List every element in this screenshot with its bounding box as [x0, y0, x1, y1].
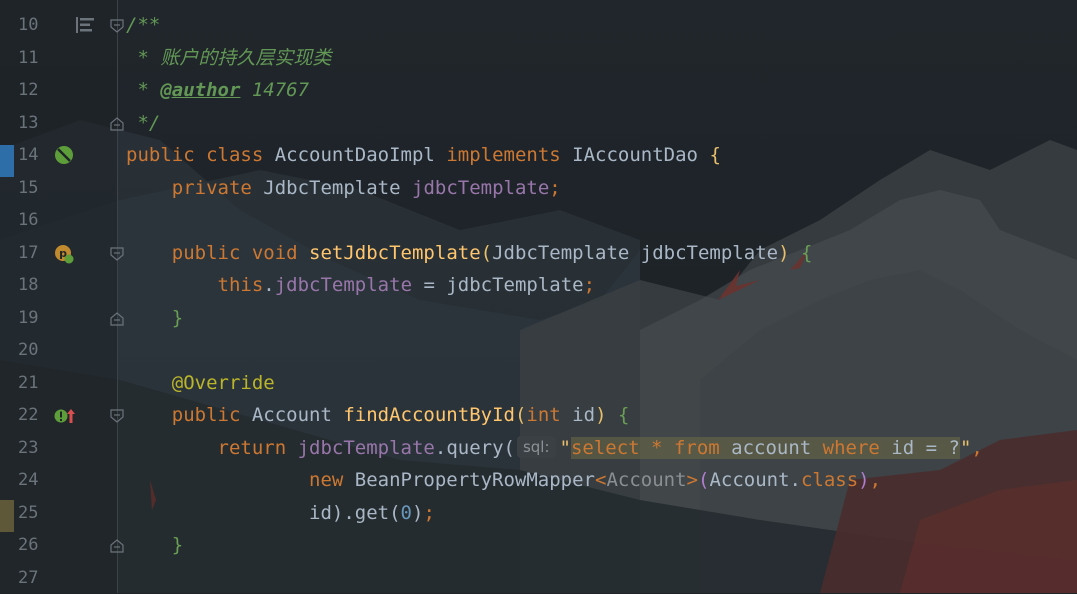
line-number: 19: [18, 302, 48, 335]
line-number: 26: [18, 529, 48, 562]
code-text: */: [126, 107, 160, 140]
code-line[interactable]: 12 * @author 14767: [0, 74, 1077, 107]
code-line[interactable]: 20: [0, 334, 1077, 367]
code-line[interactable]: 27: [0, 562, 1077, 594]
code-text: }: [126, 302, 183, 335]
code-line[interactable]: 10 /**: [0, 9, 1077, 42]
line-number: 14: [18, 139, 48, 172]
code-line[interactable]: 15 private JdbcTemplate jdbcTemplate;: [0, 172, 1077, 205]
code-text: private JdbcTemplate jdbcTemplate;: [126, 172, 561, 205]
fold-end-icon[interactable]: [110, 311, 124, 325]
line-number: 16: [18, 204, 48, 237]
code-text: return jdbcTemplate.query(sql:"select * …: [126, 432, 983, 465]
code-line[interactable]: 18 this.jdbcTemplate = jdbcTemplate;: [0, 269, 1077, 302]
line-number: 10: [18, 9, 48, 42]
line-number: 20: [18, 334, 48, 367]
sql-injection-highlight: select * from account where id = ?: [571, 437, 960, 459]
setter-bean-icon[interactable]: p: [54, 244, 74, 268]
code-line[interactable]: 24 new BeanPropertyRowMapper<Account>(Ac…: [0, 464, 1077, 497]
fold-icon[interactable]: [110, 246, 124, 260]
line-number: 13: [18, 107, 48, 140]
code-text: id).get(0);: [126, 497, 435, 530]
code-line[interactable]: 22 public Account findAccountById(int id…: [0, 399, 1077, 432]
line-number: 15: [18, 172, 48, 205]
structure-icon[interactable]: [76, 17, 96, 37]
code-text: /**: [126, 9, 160, 42]
code-text: @Override: [126, 367, 275, 400]
line-number: 17: [18, 237, 48, 270]
code-text: public void setJdbcTemplate(JdbcTemplate…: [126, 237, 812, 270]
fold-end-icon[interactable]: [110, 538, 124, 552]
code-line[interactable]: 16: [0, 204, 1077, 237]
code-editor[interactable]: 10 /** 11 * 账户的持久层实现类 12 * @author 14767…: [0, 0, 1077, 593]
code-line[interactable]: 19 }: [0, 302, 1077, 335]
code-text: public class AccountDaoImpl implements I…: [126, 139, 721, 172]
code-text: * @author 14767: [126, 74, 309, 107]
fold-end-icon[interactable]: [110, 116, 124, 130]
line-number: 23: [18, 432, 48, 465]
implements-method-icon[interactable]: [54, 407, 76, 429]
code-line[interactable]: 26 }: [0, 529, 1077, 562]
line-number: 22: [18, 399, 48, 432]
code-line[interactable]: 14 public class AccountDaoImpl implement…: [0, 139, 1077, 172]
code-text: new BeanPropertyRowMapper<Account>(Accou…: [126, 464, 881, 497]
code-line[interactable]: 11 * 账户的持久层实现类: [0, 42, 1077, 75]
line-number: 25: [18, 497, 48, 530]
line-number: 12: [18, 74, 48, 107]
code-text: public Account findAccountById(int id) {: [126, 399, 629, 432]
code-text: * 账户的持久层实现类: [126, 42, 331, 75]
line-number: 27: [18, 562, 48, 594]
code-line[interactable]: 17 p public void setJdbcTemplate(JdbcTem…: [0, 237, 1077, 270]
code-text: }: [126, 529, 183, 562]
code-line[interactable]: 25 id).get(0);: [0, 497, 1077, 530]
line-number: 21: [18, 367, 48, 400]
line-number: 11: [18, 42, 48, 75]
code-text: this.jdbcTemplate = jdbcTemplate;: [126, 269, 595, 302]
fold-icon[interactable]: [110, 18, 124, 32]
line-number: 18: [18, 269, 48, 302]
fold-icon[interactable]: [110, 408, 124, 422]
no-bean-icon[interactable]: [54, 145, 74, 169]
code-line[interactable]: 23 return jdbcTemplate.query(sql:"select…: [0, 432, 1077, 465]
line-number: 24: [18, 464, 48, 497]
parameter-hint: sql:: [517, 436, 556, 458]
code-line[interactable]: 13 */: [0, 107, 1077, 140]
code-line[interactable]: 21 @Override: [0, 367, 1077, 400]
